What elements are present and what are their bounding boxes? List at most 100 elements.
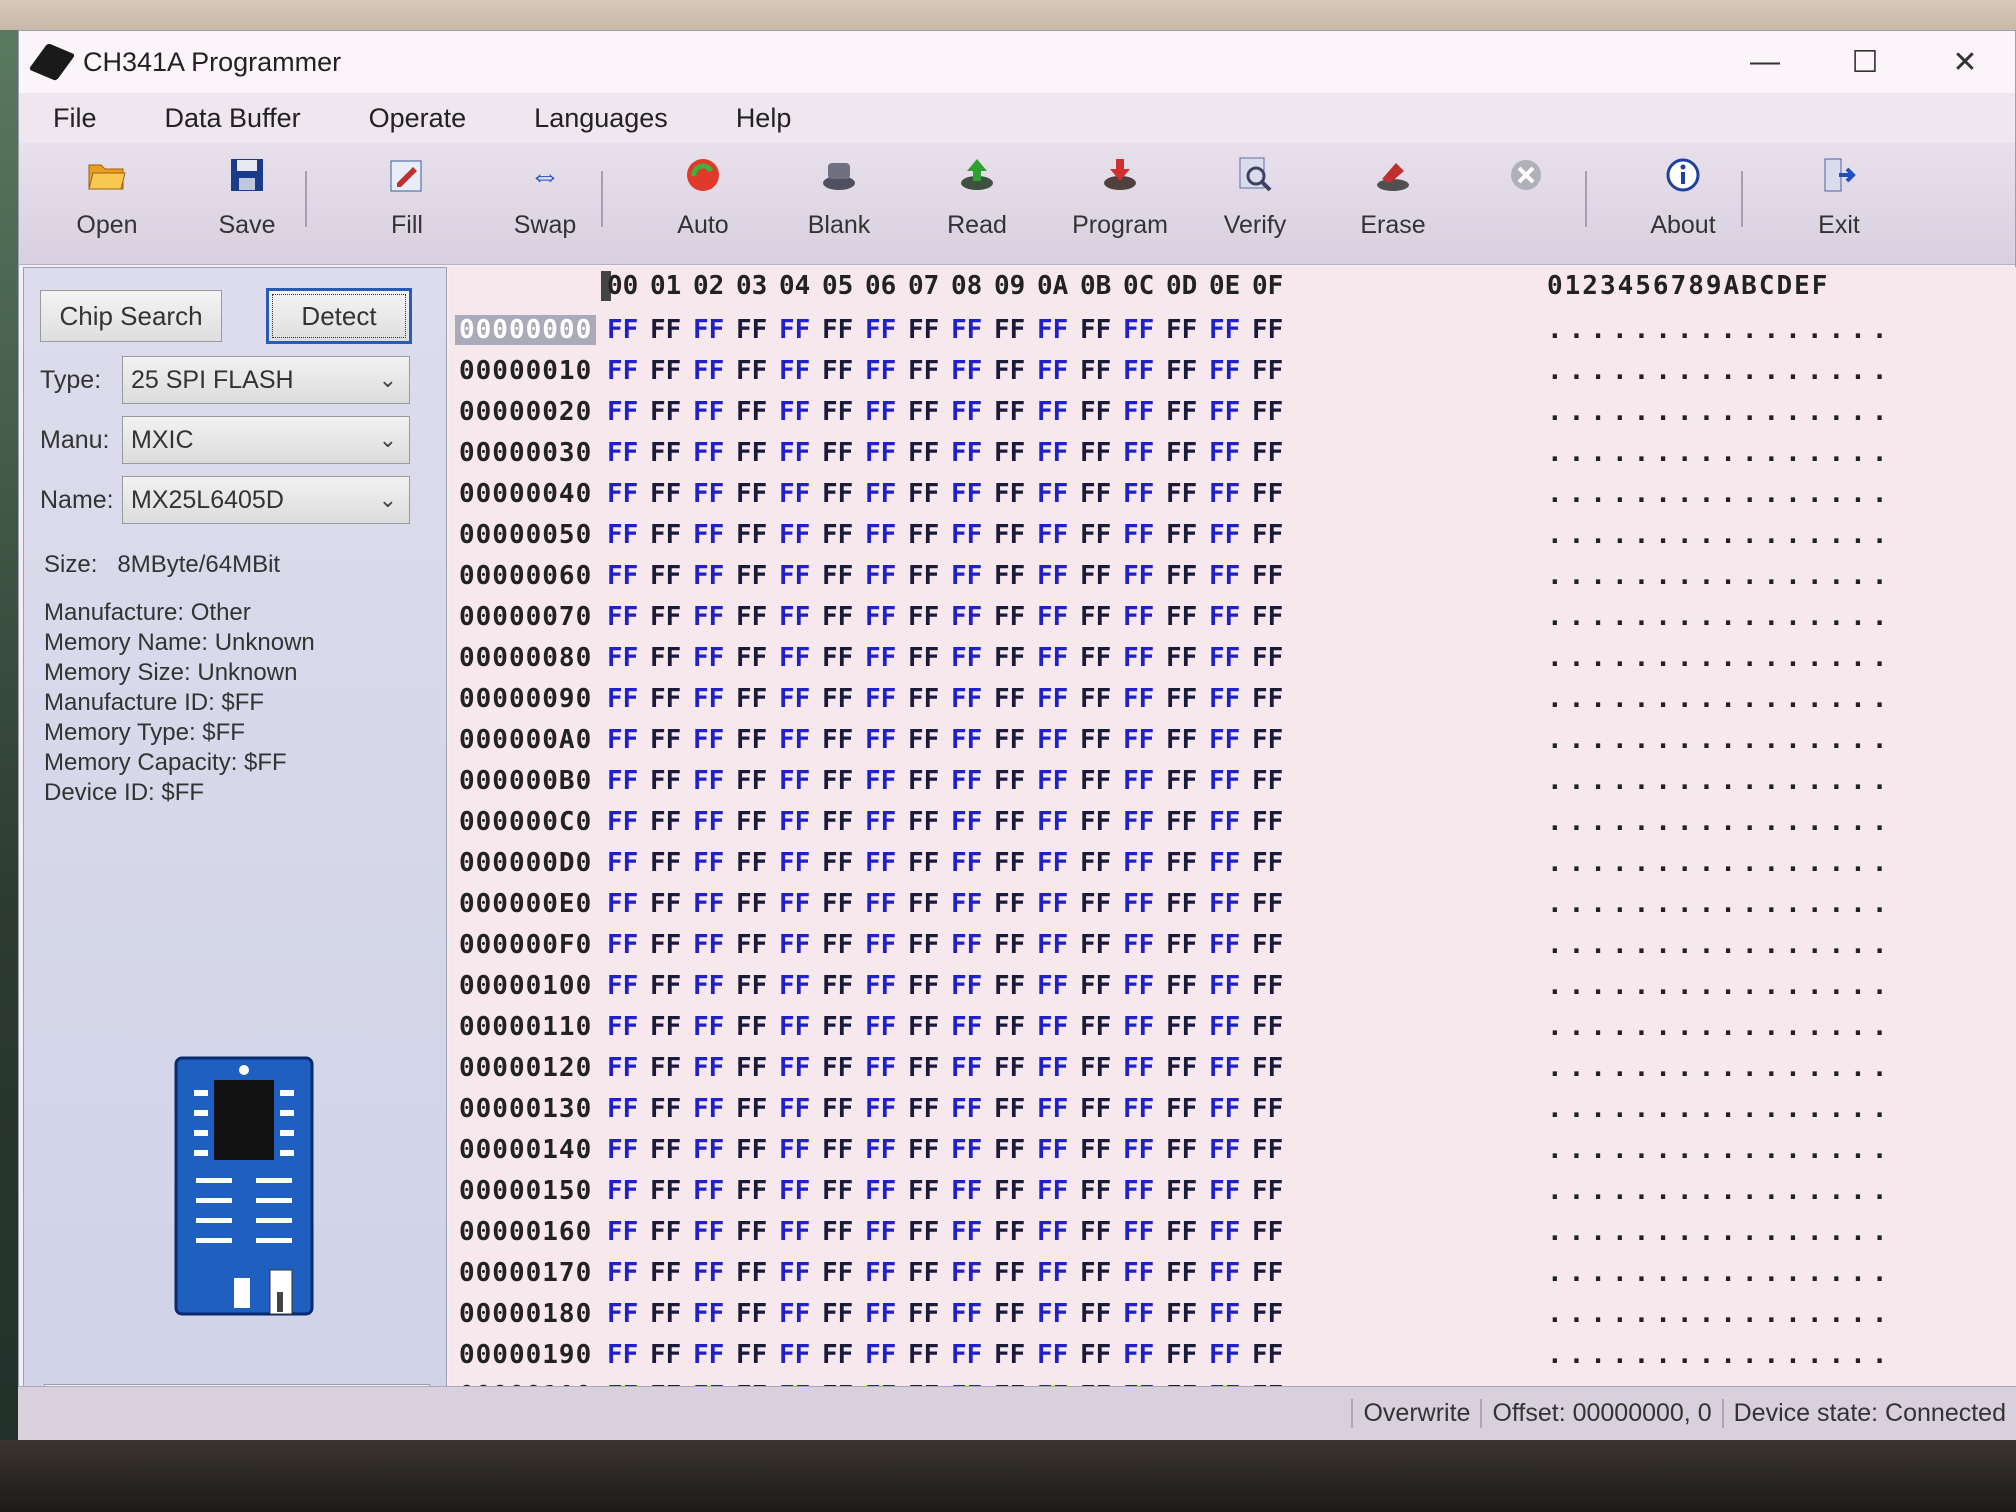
hex-byte[interactable]: FF: [693, 438, 724, 468]
hex-byte[interactable]: FF: [865, 602, 896, 632]
hex-byte[interactable]: FF: [908, 1094, 939, 1124]
hex-byte[interactable]: FF: [779, 315, 810, 345]
hex-byte[interactable]: FF: [1080, 643, 1111, 673]
hex-byte[interactable]: FF: [1252, 643, 1283, 673]
hex-byte[interactable]: FF: [779, 479, 810, 509]
hex-byte[interactable]: FF: [693, 479, 724, 509]
hex-byte[interactable]: FF: [865, 971, 896, 1001]
hex-row[interactable]: 00000060 FF FF FF FF FF FF FF FF FF FF FF FF FF FF FF FF…: [449, 557, 2016, 598]
hex-byte[interactable]: FF: [1252, 397, 1283, 427]
hex-byte[interactable]: FF: [1209, 889, 1240, 919]
hex-byte[interactable]: FF: [1080, 807, 1111, 837]
hex-byte[interactable]: FF: [865, 889, 896, 919]
hex-byte[interactable]: FF: [779, 520, 810, 550]
hex-byte[interactable]: FF: [693, 356, 724, 386]
hex-byte[interactable]: FF: [1080, 356, 1111, 386]
hex-byte[interactable]: FF: [1037, 971, 1068, 1001]
hex-row[interactable]: 00000000 FF FF FF FF FF FF FF FF FF FF FF FF FF FF FF FF…: [449, 311, 2016, 352]
hex-byte[interactable]: FF: [736, 1340, 767, 1370]
hex-byte[interactable]: FF: [1123, 479, 1154, 509]
minimize-button[interactable]: —: [1715, 31, 1815, 93]
hex-byte[interactable]: FF: [779, 561, 810, 591]
hex-byte[interactable]: FF: [1209, 725, 1240, 755]
hex-byte[interactable]: FF: [908, 971, 939, 1001]
hex-byte[interactable]: FF: [650, 315, 681, 345]
hex-byte[interactable]: FF: [693, 1217, 724, 1247]
hex-byte[interactable]: FF: [865, 1053, 896, 1083]
hex-byte[interactable]: FF: [1209, 1299, 1240, 1329]
hex-byte[interactable]: FF: [1123, 561, 1154, 591]
hex-byte[interactable]: FF: [779, 356, 810, 386]
hex-byte[interactable]: FF: [607, 438, 638, 468]
hex-byte[interactable]: FF: [650, 725, 681, 755]
hex-byte[interactable]: FF: [736, 1217, 767, 1247]
hex-byte[interactable]: FF: [822, 479, 853, 509]
hex-byte[interactable]: FF: [1123, 1340, 1154, 1370]
hex-byte[interactable]: FF: [994, 520, 1025, 550]
hex-byte[interactable]: FF: [650, 930, 681, 960]
hex-row[interactable]: 000000C0 FF FF FF FF FF FF FF FF FF FF FF FF FF FF FF FF…: [449, 803, 2016, 844]
hex-byte[interactable]: FF: [1123, 602, 1154, 632]
hex-byte[interactable]: FF: [1123, 971, 1154, 1001]
hex-row[interactable]: 00000160 FF FF FF FF FF FF FF FF FF FF FF FF FF FF FF FF…: [449, 1213, 2016, 1254]
hex-byte[interactable]: FF: [1080, 602, 1111, 632]
hex-byte[interactable]: FF: [1252, 971, 1283, 1001]
hex-byte[interactable]: FF: [865, 315, 896, 345]
hex-byte[interactable]: FF: [865, 1258, 896, 1288]
hex-byte[interactable]: FF: [1166, 1053, 1197, 1083]
erase-button[interactable]: Erase: [1333, 151, 1453, 259]
hex-byte[interactable]: FF: [693, 397, 724, 427]
hex-byte[interactable]: FF: [822, 1053, 853, 1083]
hex-byte[interactable]: FF: [607, 479, 638, 509]
hex-row[interactable]: 000000F0 FF FF FF FF FF FF FF FF FF FF FF FF FF FF FF FF…: [449, 926, 2016, 967]
hex-byte[interactable]: FF: [779, 1053, 810, 1083]
hex-byte[interactable]: FF: [607, 971, 638, 1001]
close-button[interactable]: ✕: [1915, 31, 2015, 93]
hex-byte[interactable]: FF: [693, 807, 724, 837]
hex-byte[interactable]: FF: [1252, 1135, 1283, 1165]
hex-byte[interactable]: FF: [693, 725, 724, 755]
hex-byte[interactable]: FF: [908, 1217, 939, 1247]
hex-byte[interactable]: FF: [822, 561, 853, 591]
hex-byte[interactable]: FF: [908, 1135, 939, 1165]
hex-byte[interactable]: FF: [1209, 438, 1240, 468]
hex-byte[interactable]: FF: [1252, 1053, 1283, 1083]
hex-byte[interactable]: FF: [693, 766, 724, 796]
hex-byte[interactable]: FF: [1037, 643, 1068, 673]
hex-byte[interactable]: FF: [1166, 397, 1197, 427]
hex-byte[interactable]: FF: [1080, 971, 1111, 1001]
hex-byte[interactable]: FF: [693, 643, 724, 673]
hex-row[interactable]: 00000070 FF FF FF FF FF FF FF FF FF FF FF FF FF FF FF FF…: [449, 598, 2016, 639]
hex-byte[interactable]: FF: [736, 725, 767, 755]
hex-row[interactable]: 00000130 FF FF FF FF FF FF FF FF FF FF FF FF FF FF FF FF…: [449, 1090, 2016, 1131]
hex-byte[interactable]: FF: [1080, 315, 1111, 345]
hex-byte[interactable]: FF: [650, 1299, 681, 1329]
hex-byte[interactable]: FF: [1252, 602, 1283, 632]
hex-byte[interactable]: FF: [865, 1094, 896, 1124]
hex-byte[interactable]: FF: [951, 643, 982, 673]
maximize-button[interactable]: ☐: [1815, 31, 1915, 93]
hex-byte[interactable]: FF: [1209, 356, 1240, 386]
hex-byte[interactable]: FF: [1080, 1094, 1111, 1124]
hex-byte[interactable]: FF: [779, 1176, 810, 1206]
hex-byte[interactable]: FF: [607, 889, 638, 919]
hex-row[interactable]: 00000040 FF FF FF FF FF FF FF FF FF FF FF FF FF FF FF FF…: [449, 475, 2016, 516]
hex-byte[interactable]: FF: [994, 1135, 1025, 1165]
hex-byte[interactable]: FF: [650, 643, 681, 673]
hex-byte[interactable]: FF: [994, 889, 1025, 919]
hex-byte[interactable]: FF: [736, 438, 767, 468]
verify-button[interactable]: Verify: [1195, 151, 1315, 259]
hex-byte[interactable]: FF: [1252, 356, 1283, 386]
menu-data-buffer[interactable]: Data Buffer: [131, 103, 335, 134]
hex-byte[interactable]: FF: [736, 1299, 767, 1329]
hex-byte[interactable]: FF: [865, 1012, 896, 1042]
hex-byte[interactable]: FF: [1209, 602, 1240, 632]
hex-byte[interactable]: FF: [1080, 1340, 1111, 1370]
hex-byte[interactable]: FF: [1080, 889, 1111, 919]
hex-byte[interactable]: FF: [650, 1135, 681, 1165]
hex-byte[interactable]: FF: [865, 1135, 896, 1165]
hex-byte[interactable]: FF: [865, 520, 896, 550]
hex-byte[interactable]: FF: [1123, 1217, 1154, 1247]
hex-byte[interactable]: FF: [1123, 889, 1154, 919]
hex-byte[interactable]: FF: [1037, 1094, 1068, 1124]
